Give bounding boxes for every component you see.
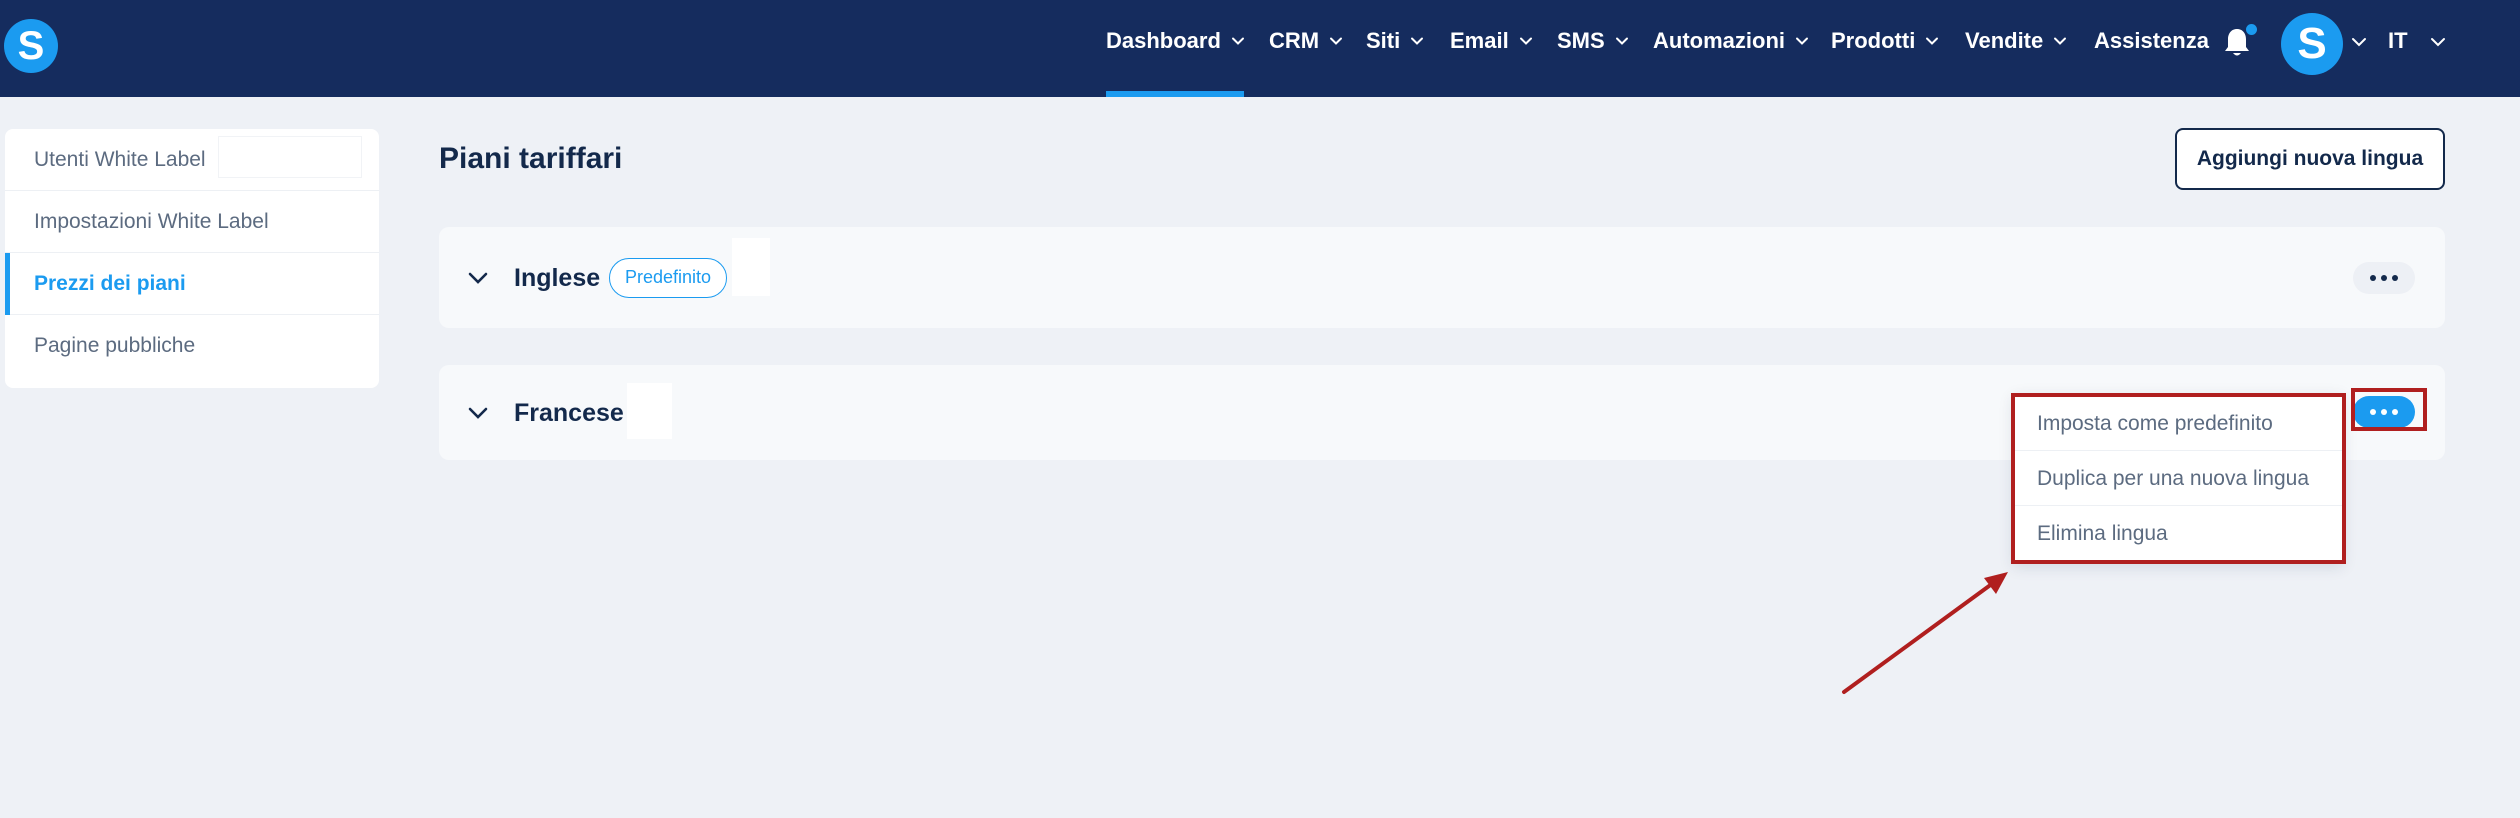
default-badge: Predefinito — [609, 258, 728, 298]
chevron-down-icon[interactable] — [2430, 34, 2446, 50]
nav-sms[interactable]: SMS — [1557, 26, 1629, 56]
top-navbar: S Dashboard CRM Siti Email SMS Automazio… — [0, 0, 2520, 97]
chevron-down-icon — [1926, 37, 1939, 45]
nav-vendite[interactable]: Vendite — [1965, 26, 2067, 56]
nav-siti[interactable]: Siti — [1366, 26, 1424, 56]
chevron-down-icon[interactable] — [2351, 34, 2367, 50]
more-dot-icon — [2381, 275, 2387, 281]
avatar[interactable]: S — [2281, 13, 2343, 75]
chevron-down-icon — [2054, 37, 2067, 45]
redacted-area — [732, 238, 770, 296]
chevron-down-icon — [1411, 37, 1424, 45]
language-name: Inglese — [514, 264, 601, 292]
nav-email[interactable]: Email — [1450, 26, 1533, 56]
sidebar-item-prezzi-dei-piani[interactable]: Prezzi dei piani — [5, 253, 379, 315]
chevron-down-icon[interactable] — [467, 267, 489, 289]
redacted-area — [627, 383, 672, 439]
sidebar-active-indicator — [5, 253, 10, 315]
nav-automazioni[interactable]: Automazioni — [1653, 26, 1809, 56]
nav-assistenza[interactable]: Assistenza — [2094, 26, 2209, 56]
sidebar-item-pagine-pubbliche[interactable]: Pagine pubbliche — [5, 315, 379, 377]
chevron-down-icon — [1231, 37, 1244, 45]
language-name: Francese — [514, 399, 624, 427]
brand-logo[interactable]: S — [4, 19, 58, 73]
redacted-area — [218, 136, 362, 178]
sidebar-item-impostazioni-white-label[interactable]: Impostazioni White Label — [5, 191, 379, 253]
chevron-down-icon — [1519, 37, 1532, 45]
highlight-box — [2011, 393, 2346, 564]
add-language-button[interactable]: Aggiungi nuova lingua — [2175, 128, 2445, 190]
nav-crm-label: CRM — [1269, 28, 1320, 53]
chevron-down-icon — [1615, 37, 1628, 45]
nav-siti-label: Siti — [1366, 28, 1401, 53]
nav-assistenza-label: Assistenza — [2094, 28, 2209, 53]
highlight-box — [2351, 388, 2427, 431]
chevron-down-icon — [1330, 37, 1343, 45]
notification-dot — [2246, 24, 2257, 35]
nav-prodotti[interactable]: Prodotti — [1831, 26, 1939, 56]
nav-automazioni-label: Automazioni — [1653, 28, 1785, 53]
nav-prodotti-label: Prodotti — [1831, 28, 1916, 53]
more-dot-icon — [2392, 275, 2398, 281]
nav-email-label: Email — [1450, 28, 1509, 53]
language-selector[interactable]: IT — [2388, 26, 2408, 56]
chevron-down-icon[interactable] — [467, 402, 489, 424]
nav-active-indicator — [1106, 91, 1244, 97]
nav-crm[interactable]: CRM — [1269, 26, 1343, 56]
nav-dashboard[interactable]: Dashboard — [1106, 26, 1245, 56]
language-card-inglese: Inglese Predefinito — [439, 227, 2445, 328]
page-title: Piani tariffari — [439, 142, 623, 175]
more-options-button[interactable] — [2353, 262, 2415, 294]
chevron-down-icon — [1796, 37, 1808, 45]
nav-sms-label: SMS — [1557, 28, 1605, 53]
sidebar-item-label: Prezzi dei piani — [34, 272, 186, 295]
more-dot-icon — [2370, 275, 2376, 281]
nav-dashboard-label: Dashboard — [1106, 28, 1221, 53]
annotation-arrow-icon — [1842, 572, 2008, 694]
nav-vendite-label: Vendite — [1965, 28, 2044, 53]
